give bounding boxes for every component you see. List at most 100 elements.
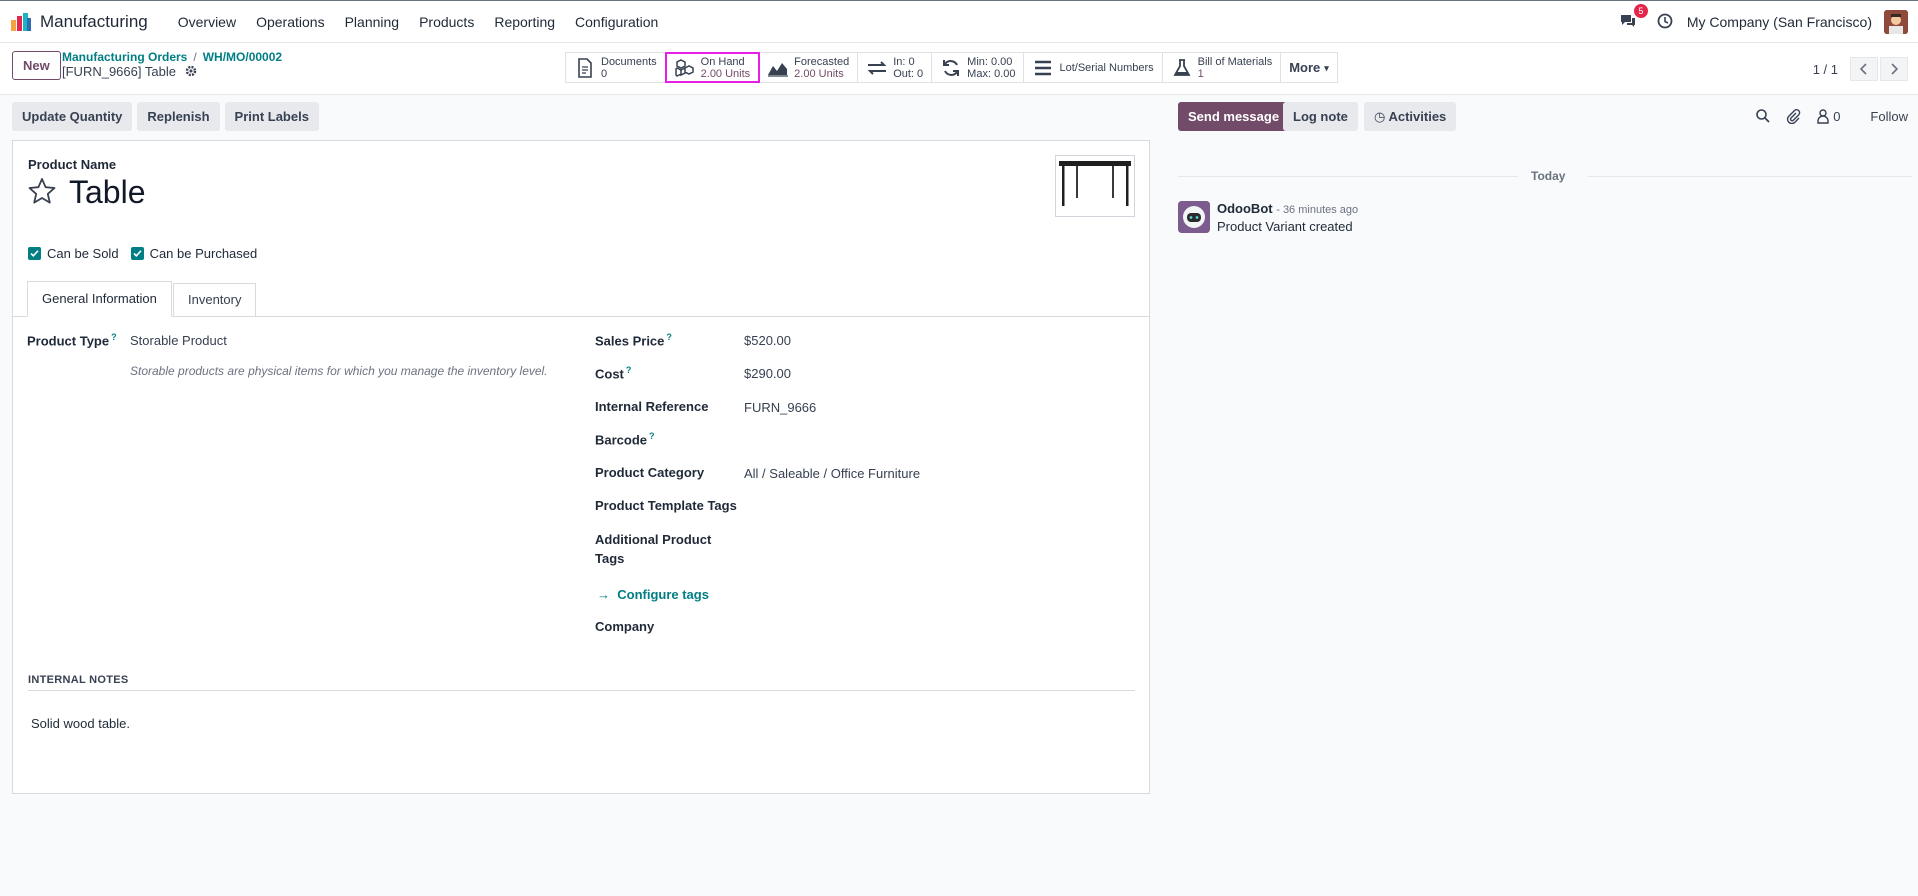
pager: 1 / 1 — [1813, 57, 1908, 81]
clock-icon: ◷ — [1374, 109, 1386, 124]
can-be-purchased-label[interactable]: Can be Purchased — [150, 246, 258, 261]
document-icon — [574, 57, 596, 78]
app-name[interactable]: Manufacturing — [40, 12, 148, 32]
product-type-field[interactable]: Storable Product — [130, 333, 227, 348]
activities-button[interactable]: ◷ Activities — [1364, 102, 1457, 131]
manufacturing-app-icon[interactable] — [10, 12, 32, 32]
documents-smart-button[interactable]: Documents 0 — [566, 53, 666, 82]
bom-label: Bill of Materials — [1197, 55, 1273, 68]
min-max-smart-button[interactable]: Min: 0.00 Max: 0.00 — [932, 53, 1025, 82]
can-be-sold-checkbox[interactable] — [28, 247, 41, 260]
in-count: In: 0 — [893, 55, 915, 68]
bom-count: 1 — [1197, 67, 1204, 80]
form-action-buttons: Update Quantity Replenish Print Labels — [12, 102, 324, 131]
date-separator-label: Today — [1531, 169, 1566, 183]
breadcrumb-separator: / — [193, 50, 197, 64]
breadcrumb-mo-record[interactable]: WH/MO/00002 — [203, 50, 282, 64]
breadcrumb: Manufacturing Orders / WH/MO/00002 — [62, 50, 282, 64]
max-value: Max: 0.00 — [967, 67, 1016, 80]
main-menu: Overview Operations Planning Products Re… — [168, 14, 669, 30]
help-tooltip-icon[interactable]: ? — [111, 332, 117, 342]
separator-line-right — [1588, 176, 1912, 177]
menu-operations[interactable]: Operations — [246, 14, 334, 30]
paperclip-icon[interactable] — [1785, 108, 1801, 125]
bom-smart-button[interactable]: Bill of Materials 1 — [1163, 53, 1282, 82]
send-message-button[interactable]: Send message — [1178, 102, 1290, 131]
refresh-icon — [940, 58, 962, 78]
documents-count: 0 — [601, 67, 608, 80]
configure-tags-label: Configure tags — [617, 587, 709, 602]
top-navbar: Manufacturing Overview Operations Planni… — [0, 0, 1918, 43]
product-type-label-text: Product Type — [27, 333, 110, 349]
form-area: Update Quantity Replenish Print Labels P… — [0, 97, 1160, 896]
out-count: Out: 0 — [893, 67, 924, 80]
product-image[interactable] — [1055, 155, 1135, 217]
control-panel: New Manufacturing Orders / WH/MO/00002 [FU… — [0, 43, 1918, 95]
cost-label-text: Cost — [595, 366, 624, 382]
internal-notes-field[interactable]: Solid wood table. — [31, 716, 130, 731]
configure-tags-link[interactable]: → Configure tags — [597, 587, 709, 602]
breadcrumb-manufacturing-orders[interactable]: Manufacturing Orders — [62, 50, 187, 64]
gear-icon[interactable] — [185, 65, 197, 77]
internal-reference-field[interactable]: FURN_9666 — [744, 400, 816, 415]
barcode-label-text: Barcode — [595, 432, 648, 448]
product-name-field[interactable]: Table — [69, 174, 146, 211]
barcode-label: Barcode? — [595, 431, 655, 447]
can-be-purchased-checkbox[interactable] — [130, 247, 144, 260]
smart-buttons: Documents 0 On Hand 2.00 Units Forecasted 2… — [565, 52, 1338, 83]
can-be-sold-label[interactable]: Can be Sold — [47, 246, 119, 261]
activities-label: Activities — [1388, 109, 1447, 124]
menu-products[interactable]: Products — [409, 14, 484, 30]
tab-inventory[interactable]: Inventory — [173, 283, 257, 316]
menu-configuration[interactable]: Configuration — [565, 14, 668, 30]
help-tooltip-icon[interactable]: ? — [649, 431, 655, 441]
template-tags-label: Product Template Tags — [595, 498, 737, 513]
company-switcher[interactable]: My Company (San Francisco) — [1687, 14, 1872, 30]
pager-value[interactable]: 1 / 1 — [1813, 62, 1838, 77]
pager-next-button[interactable] — [1880, 57, 1908, 81]
replenish-button[interactable]: Replenish — [137, 102, 220, 131]
additional-tags-label-line2: Tags — [595, 551, 625, 566]
followers-count[interactable]: 0 — [1833, 109, 1840, 124]
menu-planning[interactable]: Planning — [335, 14, 410, 30]
form-tabs: General Information Inventory — [13, 281, 1149, 317]
on-hand-label: On Hand — [700, 55, 745, 68]
product-flags: Can be Sold Can be Purchased — [28, 246, 269, 261]
tab-general-information[interactable]: General Information — [27, 281, 172, 317]
odoobot-avatar[interactable] — [1178, 201, 1210, 233]
update-quantity-button[interactable]: Update Quantity — [12, 102, 133, 131]
product-category-label: Product Category — [595, 465, 705, 480]
pager-previous-button[interactable] — [1850, 57, 1878, 81]
activities-clock-icon[interactable] — [1657, 13, 1675, 31]
flask-icon — [1171, 58, 1193, 78]
documents-label: Documents — [601, 55, 657, 68]
follow-button[interactable]: Follow — [1870, 109, 1908, 124]
forecasted-smart-button[interactable]: Forecasted 2.00 Units — [759, 53, 859, 82]
product-category-field[interactable]: All / Saleable / Office Furniture — [744, 466, 920, 481]
chatter: Send message Log note ◷ Activities 0 Fol… — [1170, 97, 1918, 896]
message-author-name[interactable]: OdooBot — [1217, 201, 1273, 216]
messages-button[interactable]: 5 — [1619, 3, 1648, 32]
cost-field[interactable]: $290.00 — [744, 366, 791, 381]
sales-price-field[interactable]: $520.00 — [744, 333, 791, 348]
more-smart-button[interactable]: More ▾ — [1281, 53, 1337, 82]
followers-user-icon[interactable] — [1815, 108, 1831, 124]
caret-down-icon: ▾ — [1324, 62, 1329, 73]
new-button[interactable]: New — [12, 51, 61, 80]
log-note-button[interactable]: Log note — [1283, 102, 1358, 131]
help-tooltip-icon[interactable]: ? — [626, 365, 632, 375]
search-icon[interactable] — [1755, 108, 1771, 124]
star-icon[interactable] — [27, 177, 57, 207]
message-body: Product Variant created — [1217, 219, 1353, 234]
user-avatar[interactable] — [1884, 9, 1908, 34]
on-hand-smart-button[interactable]: On Hand 2.00 Units — [664, 52, 761, 83]
separator-line-left — [1178, 176, 1518, 177]
print-labels-button[interactable]: Print Labels — [224, 102, 319, 131]
min-value: Min: 0.00 — [967, 55, 1013, 68]
in-out-smart-button[interactable]: In: 0 Out: 0 — [858, 53, 933, 82]
cost-label: Cost? — [595, 365, 631, 381]
lot-serial-smart-button[interactable]: Lot/Serial Numbers — [1024, 53, 1163, 82]
menu-reporting[interactable]: Reporting — [484, 14, 565, 30]
help-tooltip-icon[interactable]: ? — [666, 332, 672, 342]
menu-overview[interactable]: Overview — [168, 14, 246, 30]
